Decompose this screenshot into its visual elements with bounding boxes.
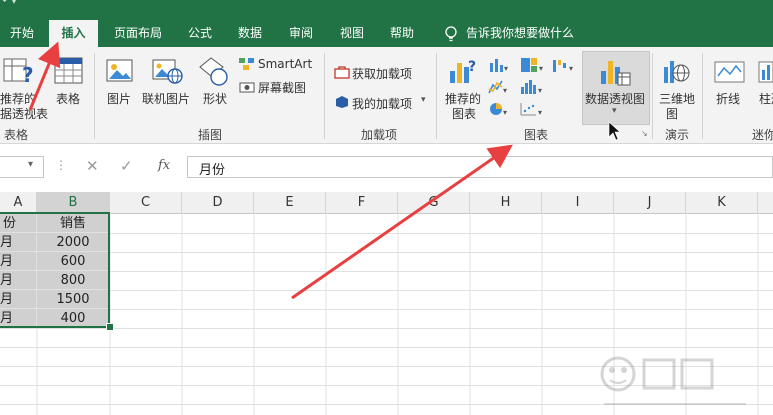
mouse-cursor-icon <box>608 121 621 141</box>
arrow-to-insert-tab <box>28 41 61 111</box>
watermark-logo <box>600 356 746 405</box>
arrow-to-charts-group <box>291 144 513 300</box>
